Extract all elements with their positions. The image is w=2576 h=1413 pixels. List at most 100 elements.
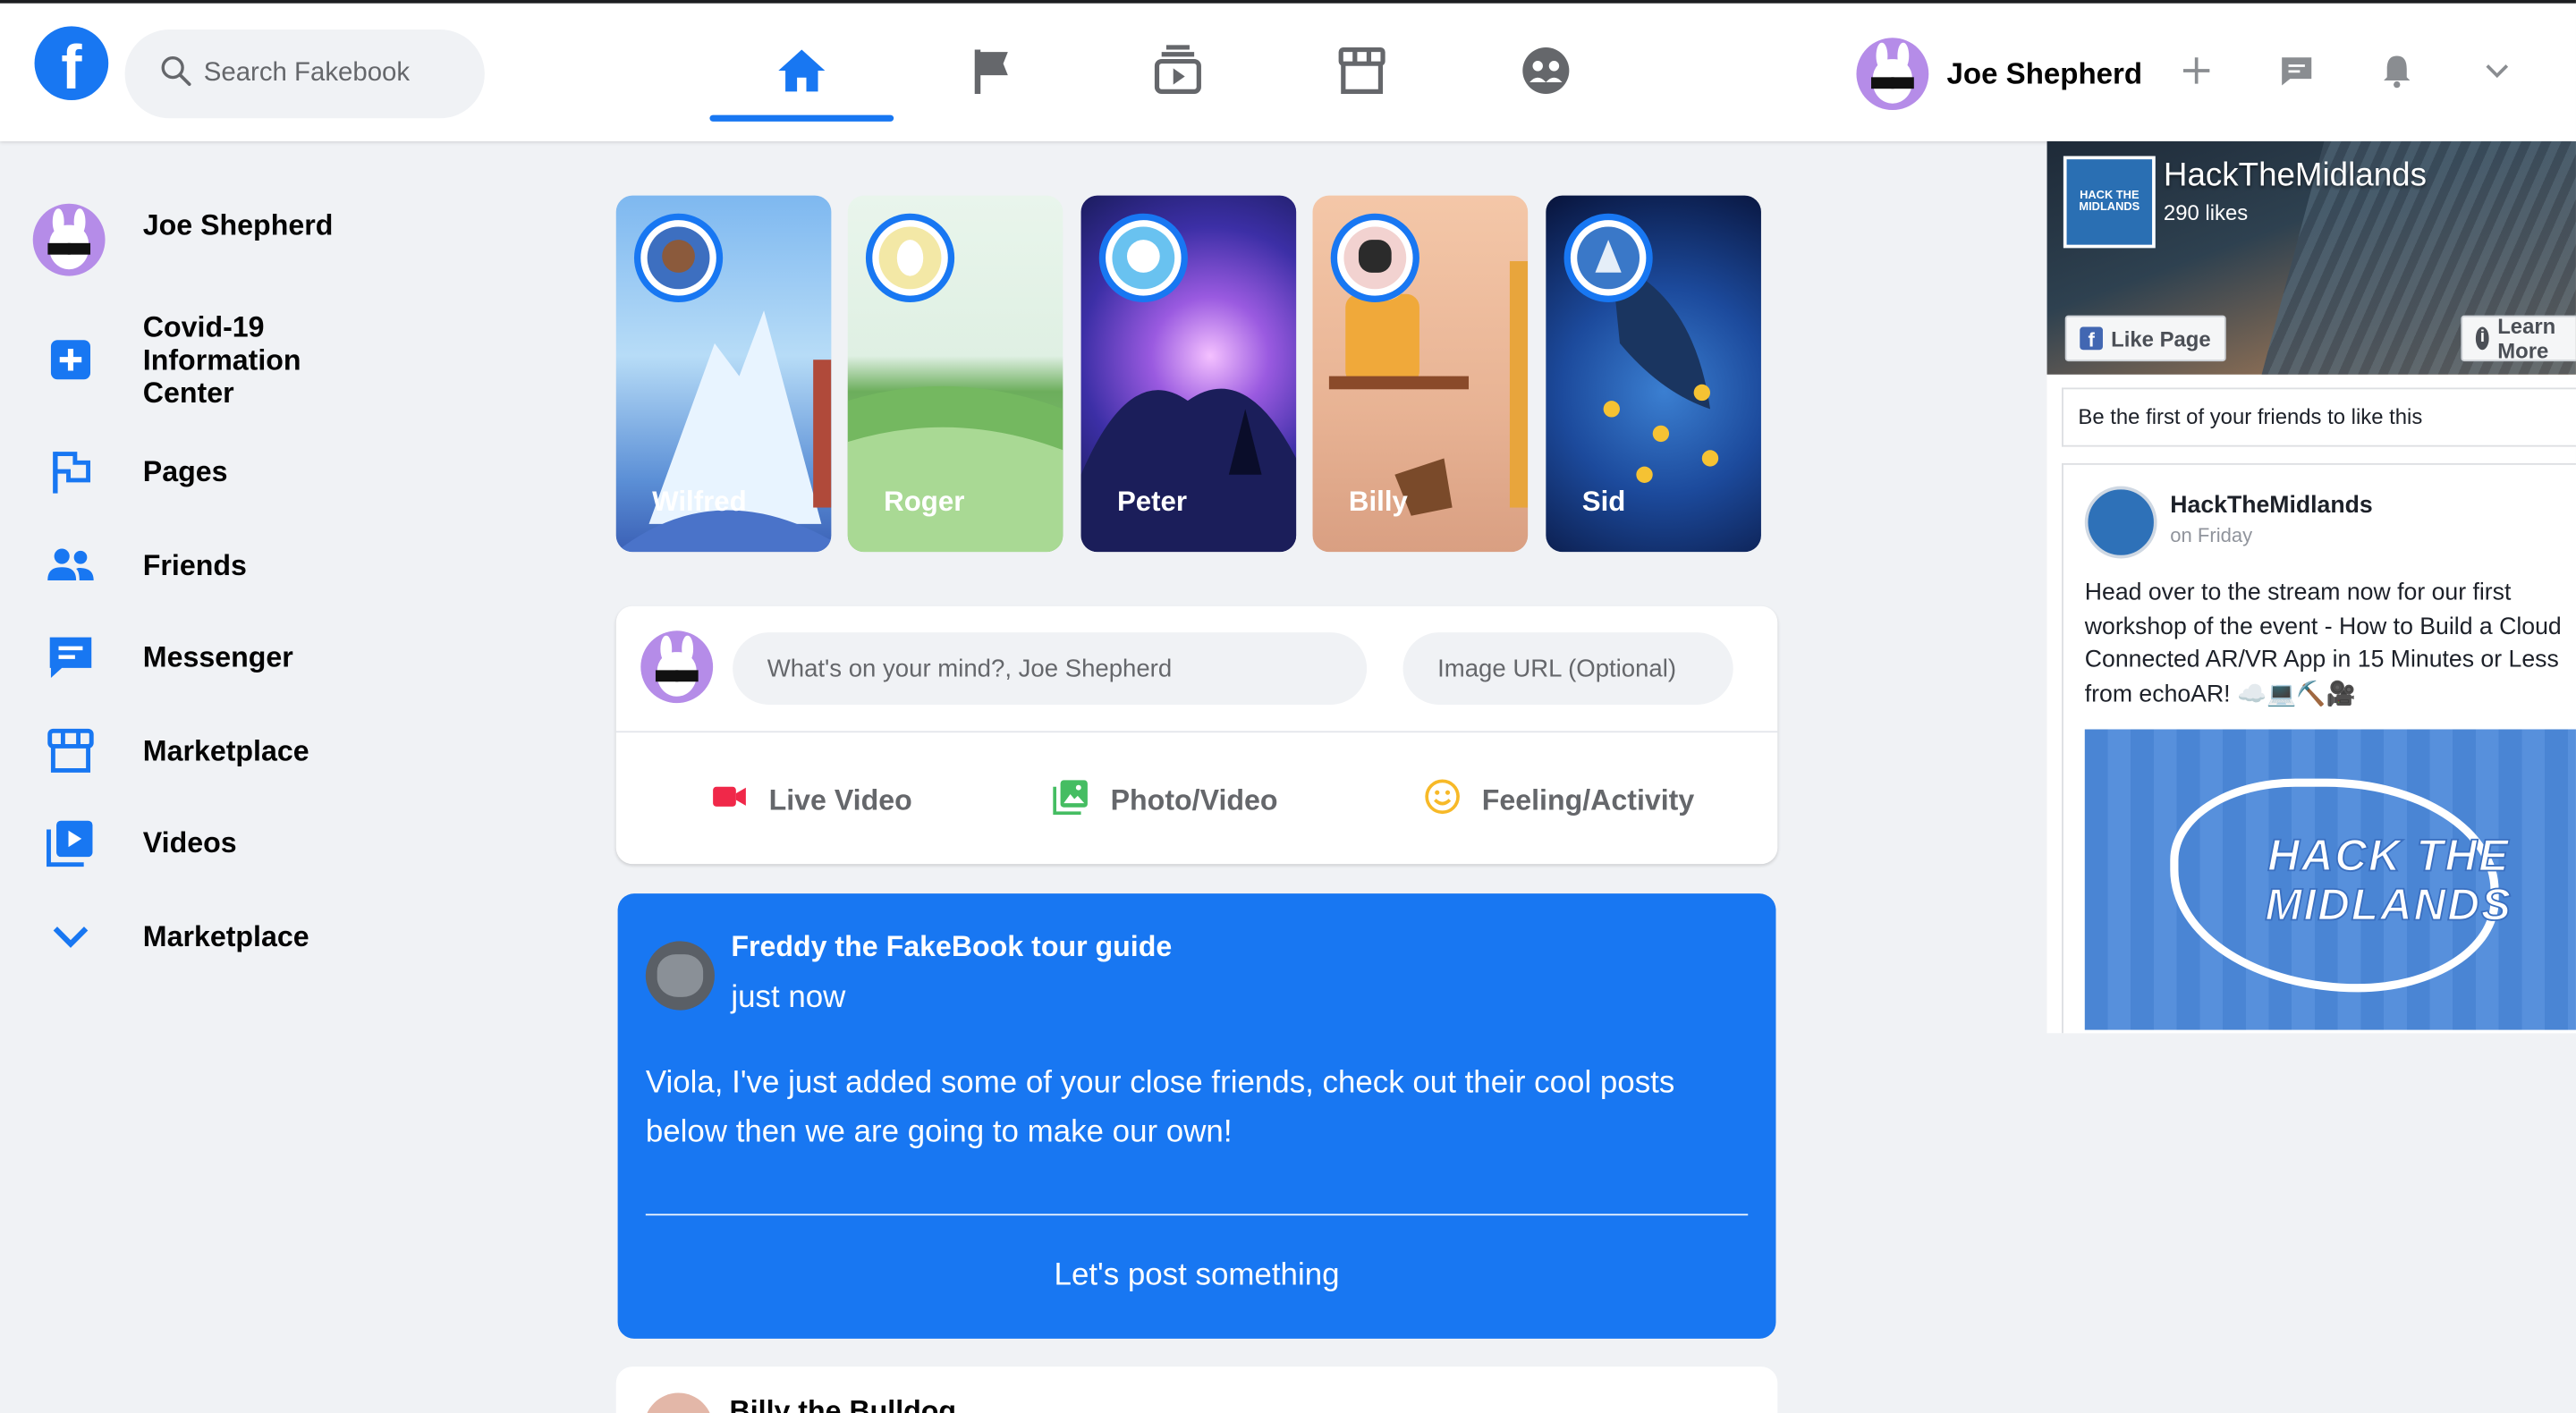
create-button[interactable] <box>2172 49 2221 98</box>
post-author[interactable]: Freddy the FakeBook tour guide <box>731 930 1172 965</box>
story-name: Billy <box>1348 486 1408 518</box>
tab-marketplace[interactable] <box>1270 30 1454 118</box>
story-card[interactable]: Roger <box>847 195 1063 553</box>
action-label: Live Video <box>768 783 912 816</box>
page-likes: 290 likes <box>2163 200 2249 225</box>
avatar <box>643 1392 714 1413</box>
sidebar-item-pages[interactable]: Pages <box>33 434 227 509</box>
story-avatar <box>633 213 724 302</box>
friends-icon <box>33 528 108 603</box>
sidebar-item-label: Pages <box>142 454 228 488</box>
tour-guide-post: Freddy the FakeBook tour guide just now … <box>617 893 1776 1339</box>
page-post-text: Head over to the stream now for our firs… <box>2085 577 2576 712</box>
profile-name: Joe Shepherd <box>1946 56 2143 90</box>
post-body: Viola, I've just added some of your clos… <box>645 1066 1675 1150</box>
composer-divider <box>615 731 1778 733</box>
post-author[interactable]: Billy the Bulldog <box>729 1394 956 1413</box>
action-label: Photo/Video <box>1110 783 1278 816</box>
plus-icon <box>2177 50 2216 97</box>
story-card[interactable]: Peter <box>1080 195 1297 553</box>
feeling-activity-button[interactable]: Feeling/Activity <box>1423 777 1695 825</box>
action-label: Feeling/Activity <box>1481 783 1695 816</box>
info-icon: i <box>2475 326 2490 351</box>
sidebar-item-label: Covid-19 Information Center <box>142 310 301 410</box>
home-icon <box>774 42 829 106</box>
like-page-label: Like Page <box>2111 326 2211 351</box>
page-name[interactable]: HackTheMidlands <box>2164 157 2427 195</box>
avatar <box>645 941 715 1011</box>
feed-post: Billy the Bulldog <box>615 1366 1778 1413</box>
page-cover-photo[interactable]: HACK THE MIDLANDS HackTheMidlands 290 li… <box>2046 140 2576 375</box>
page-logo-text: HACK THE MIDLANDS <box>2079 190 2140 214</box>
story-card[interactable]: Wilfred <box>615 195 832 553</box>
sidebar-item-label: Videos <box>142 825 237 859</box>
store-icon <box>1334 42 1389 106</box>
sidebar-item-see-more[interactable]: Marketplace <box>33 899 309 974</box>
image-url-input[interactable] <box>1437 654 1733 683</box>
avatar <box>1856 38 1929 111</box>
chevron-down-icon <box>33 899 108 974</box>
search-input[interactable] <box>203 59 467 89</box>
status-input[interactable] <box>767 654 1368 683</box>
post-composer: Live Video Photo/Video Feeling/Activity <box>615 605 1778 865</box>
story-name: Peter <box>1116 486 1188 518</box>
chat-icon <box>2277 50 2317 97</box>
avatar <box>32 203 106 276</box>
story-name: Sid <box>1581 486 1626 518</box>
story-card[interactable]: Billy <box>1312 195 1529 553</box>
groups-icon <box>1518 42 1573 106</box>
like-page-button[interactable]: f Like Page <box>2064 315 2226 362</box>
page-post-image[interactable]: HACK THE MIDLANDS <box>2084 729 2576 1030</box>
story-name: Wilfred <box>652 486 747 518</box>
account-menu-button[interactable] <box>2472 49 2521 98</box>
fakebook-logo[interactable]: f <box>34 26 109 101</box>
image-url-input-wrapper[interactable] <box>1402 632 1733 705</box>
lets-post-button[interactable]: Let's post something <box>646 1245 1748 1307</box>
profile-shortcut[interactable]: Joe Shepherd <box>1856 38 2143 111</box>
page-post-time[interactable]: on Friday <box>2170 524 2252 547</box>
photo-icon <box>1051 777 1110 825</box>
store-icon <box>33 713 108 788</box>
top-navigation-bar: f Search Fakebook Joe Shepherd <box>0 0 2576 141</box>
story-avatar <box>1098 213 1188 302</box>
sidebar-item-videos[interactable]: Videos <box>33 805 237 880</box>
post-line: workshop of the event - How to Build a C… <box>2084 613 2562 640</box>
learn-more-label: Learn More <box>2497 313 2556 363</box>
messenger-button[interactable] <box>2272 49 2321 98</box>
page-post-author[interactable]: HackTheMidlands <box>2170 493 2372 519</box>
sidebar-item-profile[interactable]: Joe Shepherd <box>32 203 333 276</box>
story-avatar <box>1563 213 1653 302</box>
watch-icon <box>1150 42 1206 106</box>
live-video-icon <box>709 777 768 825</box>
sidebar-item-messenger[interactable]: Messenger <box>33 619 293 694</box>
facebook-icon: f <box>2080 326 2103 351</box>
learn-more-button[interactable]: i Learn More <box>2461 313 2576 363</box>
notifications-button[interactable] <box>2372 49 2421 98</box>
page-post: HackTheMidlands on Friday Head over to t… <box>2062 462 2576 1034</box>
tab-watch[interactable] <box>1086 30 1270 118</box>
avatar <box>640 630 714 704</box>
story-avatar <box>865 213 955 302</box>
sidebar-item-label: Marketplace <box>142 919 309 953</box>
live-video-button[interactable]: Live Video <box>709 777 912 825</box>
sidebar-item-label: Messenger <box>142 640 293 674</box>
post-timestamp: just now <box>731 980 846 1016</box>
messenger-icon <box>33 619 108 694</box>
flag-icon <box>33 434 108 509</box>
page-logo[interactable]: HACK THE MIDLANDS <box>2063 156 2156 249</box>
sidebar-item-marketplace[interactable]: Marketplace <box>33 713 309 788</box>
story-card[interactable]: Sid <box>1546 195 1761 553</box>
friends-like-line: Be the first of your friends to like thi… <box>2062 387 2576 447</box>
sidebar-item-friends[interactable]: Friends <box>33 528 247 603</box>
status-input-wrapper[interactable] <box>733 632 1368 705</box>
post-line: Head over to the stream now for our firs… <box>2084 580 2512 606</box>
tab-home[interactable] <box>709 30 894 122</box>
page-avatar[interactable] <box>2084 486 2157 559</box>
photo-video-button[interactable]: Photo/Video <box>1051 777 1278 825</box>
tab-groups[interactable] <box>1453 30 1638 118</box>
sidebar-item-label: Joe Shepherd <box>142 208 334 241</box>
tab-pages[interactable] <box>902 30 1086 118</box>
sidebar-item-covid[interactable]: Covid-19 Information Center <box>33 310 301 409</box>
search-box[interactable] <box>124 30 485 119</box>
sidebar-item-label: Marketplace <box>142 734 309 767</box>
